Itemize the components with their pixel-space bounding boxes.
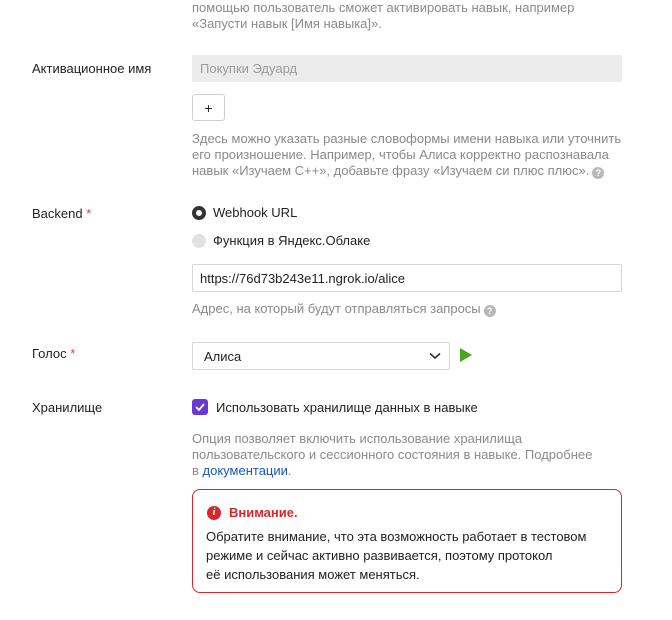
- activation-hint-line1: Здесь можно указать разные словоформы им…: [192, 131, 622, 146]
- webhook-url-input[interactable]: https://76d73b243e11.ngrok.io/alice: [192, 264, 622, 292]
- activation-hint-line2: его произношение. Например, чтобы Алиса …: [192, 147, 609, 162]
- warning-line3: её использования может меняться.: [206, 567, 420, 582]
- skill-name-hint-line1: помощью пользователь сможет активировать…: [192, 0, 575, 15]
- info-icon: i: [207, 505, 221, 520]
- activation-name-placeholder: Покупки Эдуард: [200, 61, 298, 76]
- chevron-down-icon: [429, 352, 441, 360]
- warning-box: i Внимание. Обратите внимание, что эта в…: [192, 489, 622, 593]
- voice-selected-value: Алиса: [204, 348, 242, 364]
- warning-title: Внимание.: [229, 505, 298, 520]
- activation-name-input[interactable]: Покупки Эдуард: [192, 55, 622, 82]
- radio-webhook-label: Webhook URL: [213, 205, 298, 220]
- activation-name-label: Активационное имя: [32, 61, 152, 76]
- storage-checkbox-label: Использовать хранилище данных в навыке: [216, 399, 478, 415]
- voice-select[interactable]: Алиса: [192, 342, 450, 370]
- activation-hint-line3: навык «Изучаем С++», добавьте фразу «Изу…: [192, 163, 621, 179]
- webhook-url-hint-text: Адрес, на который будут отправляться зап…: [192, 301, 481, 316]
- required-marker: *: [70, 346, 76, 361]
- radio-unselected-icon[interactable]: [192, 233, 206, 248]
- webhook-url-value: https://76d73b243e11.ngrok.io/alice: [200, 270, 406, 286]
- documentation-link[interactable]: документации: [203, 463, 288, 478]
- storage-checkbox[interactable]: Использовать хранилище данных в навыке: [192, 399, 478, 415]
- help-icon[interactable]: ?: [483, 305, 496, 317]
- activation-name-hint: Здесь можно указать разные словоформы им…: [192, 131, 621, 179]
- storage-hint-line2: пользовательского и сессионного состояни…: [192, 447, 593, 462]
- voice-label-text: Голос: [32, 346, 67, 361]
- storage-hint-line3: в документации.: [192, 463, 592, 479]
- storage-hint-prefix: в: [192, 463, 203, 478]
- required-marker: *: [86, 206, 92, 221]
- radio-selected-icon[interactable]: [192, 205, 206, 220]
- activation-hint-line3-text: навык «Изучаем С++», добавьте фразу «Изу…: [192, 163, 590, 178]
- skill-name-hint: помощью пользователь сможет активировать…: [192, 0, 574, 32]
- radio-cloud-function-label: Функция в Яндекс.Облаке: [213, 233, 371, 248]
- backend-label-text: Backend: [32, 206, 83, 221]
- webhook-url-hint: Адрес, на который будут отправляться зап…: [192, 301, 496, 317]
- warning-text: Обратите внимание, что эта возможность р…: [206, 527, 586, 584]
- checkbox-checked-icon[interactable]: [192, 399, 208, 415]
- skill-name-hint-line2: «Запусти навык [Имя навыка]».: [192, 16, 382, 31]
- warning-header: i Внимание.: [207, 505, 298, 520]
- radio-yandex-cloud-function[interactable]: Функция в Яндекс.Облаке: [192, 233, 370, 248]
- storage-hint-line1: Опция позволяет включить использование х…: [192, 431, 523, 446]
- storage-label: Хранилище: [32, 400, 103, 415]
- storage-hint: Опция позволяет включить использование х…: [192, 431, 592, 479]
- backend-label: Backend *: [32, 206, 91, 221]
- storage-hint-suffix: .: [287, 463, 292, 478]
- help-icon[interactable]: ?: [592, 167, 605, 179]
- warning-line2: режиме и сейчас активно развивается, поэ…: [206, 548, 553, 563]
- checkmark-icon: [195, 403, 205, 411]
- play-icon[interactable]: [459, 348, 473, 362]
- warning-line1: Обратите внимание, что эта возможность р…: [206, 529, 587, 544]
- add-activation-name-button[interactable]: +: [192, 94, 225, 121]
- voice-label: Голос *: [32, 346, 75, 361]
- radio-webhook-url[interactable]: Webhook URL: [192, 205, 297, 220]
